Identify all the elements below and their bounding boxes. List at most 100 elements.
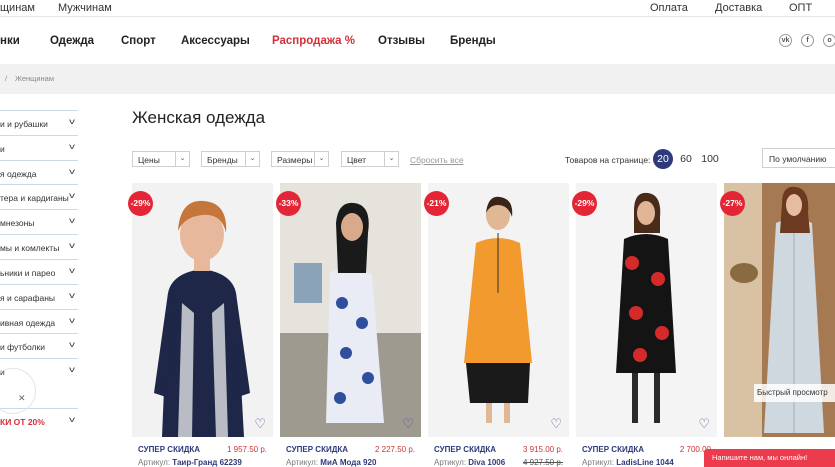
chevron-down-icon: v — [69, 191, 75, 200]
chevron-down-icon: v — [69, 340, 75, 349]
sidebar-item-label: и — [0, 144, 5, 154]
sidebar-item-label: мнезоны — [0, 218, 35, 228]
heart-icon[interactable]: ♡ — [254, 416, 266, 432]
article-prefix: Артикул: — [286, 458, 319, 467]
product-card[interactable]: -29% ♡ СУПЕР СКИДКА 2 700.00 Артикул: La… — [572, 183, 717, 467]
discount-badge: -33% — [276, 191, 301, 216]
chevron-down-icon: ⌄ — [175, 152, 189, 166]
chevron-down-icon: v — [69, 415, 75, 424]
sidebar-item[interactable]: и и рубашки v — [0, 110, 78, 135]
sidebar-item-label: и футболки — [0, 342, 45, 352]
article-code[interactable]: МиА Мода 920 — [320, 458, 376, 467]
per-page-100-button[interactable]: 100 — [699, 149, 721, 169]
facebook-icon[interactable]: f — [801, 34, 814, 47]
chat-widget-button[interactable]: Напишите нам, мы онлайн! — [704, 449, 835, 467]
product-price: 3 915.00 р. — [522, 445, 563, 454]
product-article: Артикул: Таир-Гранд 62239 — [138, 458, 242, 467]
product-image[interactable] — [576, 183, 717, 437]
chevron-down-icon: ⌄ — [245, 152, 259, 166]
article-prefix: Артикул: — [138, 458, 171, 467]
chevron-down-icon: v — [69, 316, 75, 325]
sidebar-item[interactable]: тера и кардиганы v — [0, 184, 78, 209]
chevron-down-icon: ⌄ — [384, 152, 398, 166]
link-men[interactable]: Мужчинам — [58, 2, 112, 14]
product-sale-label: СУПЕР СКИДКА — [434, 445, 497, 454]
sidebar-item[interactable]: мы и комлекты v — [0, 234, 78, 259]
article-prefix: Артикул: — [582, 458, 615, 467]
nav-item-reviews[interactable]: Отзывы — [378, 35, 425, 47]
article-code[interactable]: Diva 1006 — [468, 458, 505, 467]
filter-price[interactable]: Цены ⌄ — [132, 151, 190, 167]
link-delivery[interactable]: Доставка — [715, 2, 762, 14]
product-price: 2 227.50 р. — [374, 445, 415, 454]
reset-filters-link[interactable]: Сбросить все — [410, 155, 464, 165]
filter-color[interactable]: Цвет ⌄ — [341, 151, 399, 167]
filter-brands[interactable]: Бренды ⌄ — [201, 151, 260, 167]
link-wholesale[interactable]: ОПТ — [789, 2, 812, 14]
product-sale-label: СУПЕР СКИДКА — [138, 445, 201, 454]
article-code[interactable]: LadisLine 1044 — [616, 458, 673, 467]
product-photo — [576, 183, 717, 437]
heart-icon[interactable]: ♡ — [698, 416, 710, 432]
heart-icon[interactable]: ♡ — [402, 416, 414, 432]
nav-item-accessories[interactable]: Аксессуары — [181, 35, 250, 47]
sidebar-item[interactable]: я одежда v — [0, 160, 78, 185]
product-sale-label: СУПЕР СКИДКА — [582, 445, 645, 454]
product-price: 1 957.50 р. — [226, 445, 267, 454]
product-image[interactable] — [428, 183, 569, 437]
filter-sizes[interactable]: Размеры ⌄ — [271, 151, 329, 167]
sidebar-item[interactable]: и футболки v — [0, 333, 78, 358]
sidebar-item-label: и и рубашки — [0, 119, 48, 129]
breadcrumb-current[interactable]: Женщинам — [15, 74, 54, 83]
product-article: Артикул: МиА Мода 920 — [286, 458, 376, 467]
chevron-down-icon: v — [69, 291, 75, 300]
per-page-60-button[interactable]: 60 — [676, 149, 696, 169]
product-card[interactable]: -27% — [720, 183, 835, 467]
article-prefix: Артикул: — [434, 458, 467, 467]
per-page-20-button[interactable]: 20 — [653, 149, 673, 169]
per-page-label: Товаров на странице: — [565, 155, 651, 165]
link-women[interactable]: щинам — [0, 2, 35, 14]
sidebar-item-label: мы и комлекты — [0, 243, 60, 253]
product-image[interactable] — [280, 183, 421, 437]
product-card[interactable]: -33% ♡ СУПЕР СКИДКА 2 227.50 р. Артикул:… — [276, 183, 421, 467]
product-article: Артикул: LadisLine 1044 — [582, 458, 674, 467]
product-image[interactable] — [132, 183, 273, 437]
filter-label: Размеры — [277, 155, 313, 165]
sidebar-item-label: КИ ОТ 20% — [0, 417, 45, 427]
breadcrumb-separator: / — [5, 74, 8, 83]
discount-badge: -21% — [424, 191, 449, 216]
sidebar-item[interactable]: иv — [0, 135, 78, 160]
sidebar-item[interactable]: мнезоны v — [0, 209, 78, 234]
sort-select[interactable]: По умолчанию — [762, 148, 835, 168]
chevron-down-icon: v — [69, 365, 75, 374]
nav-item-shoes[interactable]: нки — [0, 35, 20, 47]
close-icon[interactable]: ✕ — [18, 393, 26, 404]
link-payment[interactable]: Оплата — [650, 2, 688, 14]
discount-badge: -27% — [720, 191, 745, 216]
sidebar-item-label: ьники и парео — [0, 268, 56, 278]
chevron-down-icon: ⌄ — [314, 152, 328, 166]
odnoklassniki-icon[interactable]: o — [823, 34, 835, 47]
heart-icon[interactable]: ♡ — [550, 416, 562, 432]
top-utility-bar: щинам Мужчинам Оплата Доставка ОПТ — [0, 0, 835, 17]
article-code[interactable]: Таир-Гранд 62239 — [172, 458, 242, 467]
quick-view-button[interactable]: Быстрый просмотр — [754, 384, 835, 402]
nav-item-sport[interactable]: Спорт — [121, 35, 156, 47]
product-card[interactable]: -29% ♡ СУПЕР СКИДКА 1 957.50 р. Артикул:… — [128, 183, 273, 467]
nav-item-brands[interactable]: Бренды — [450, 35, 496, 47]
sidebar-item[interactable]: я и сарафаны v — [0, 284, 78, 309]
breadcrumb: / Женщинам — [0, 64, 835, 94]
chevron-down-icon: v — [69, 142, 75, 151]
main-nav: нки Одежда Спорт Аксессуары Распродажа %… — [0, 18, 835, 64]
vk-icon[interactable]: vk — [779, 34, 792, 47]
sidebar-item[interactable]: ьники и парео v — [0, 259, 78, 284]
product-card[interactable]: -21% ♡ СУПЕР СКИДКА 3 915.00 р. Артикул:… — [424, 183, 569, 467]
sidebar-item-label: ивная одежда — [0, 318, 56, 328]
nav-item-sale[interactable]: Распродажа % — [272, 35, 355, 47]
chevron-down-icon: v — [69, 241, 75, 250]
product-photo — [428, 183, 569, 437]
nav-item-clothing[interactable]: Одежда — [50, 35, 94, 47]
filter-label: Бренды — [207, 155, 238, 165]
sidebar-item[interactable]: ивная одежда v — [0, 309, 78, 334]
